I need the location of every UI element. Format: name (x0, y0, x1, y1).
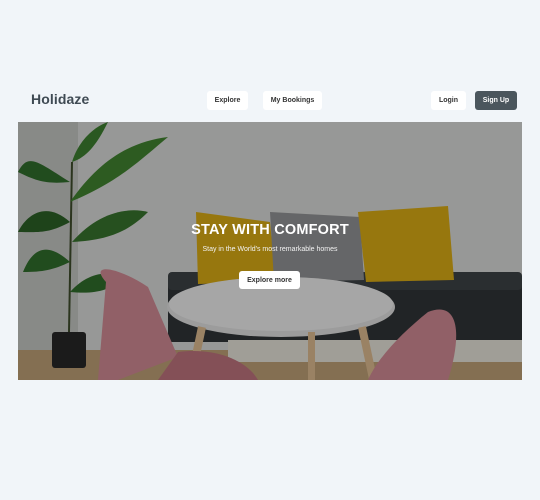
page: Holidaze Explore My Bookings Login Sign … (0, 0, 540, 500)
hero-banner: STAY WITH COMFORT Stay in the World's mo… (18, 122, 522, 380)
brand-logo[interactable]: Holidaze (31, 91, 89, 107)
explore-more-button[interactable]: Explore more (239, 271, 300, 289)
hero-title: STAY WITH COMFORT (191, 222, 349, 238)
nav-explore-button[interactable]: Explore (207, 91, 248, 110)
hero-subtitle: Stay in the World's most remarkable home… (202, 246, 338, 253)
login-button[interactable]: Login (431, 91, 466, 110)
signup-button[interactable]: Sign Up (475, 91, 517, 110)
site-header: Holidaze Explore My Bookings Login Sign … (18, 86, 522, 116)
nav-my-bookings-button[interactable]: My Bookings (263, 91, 322, 110)
